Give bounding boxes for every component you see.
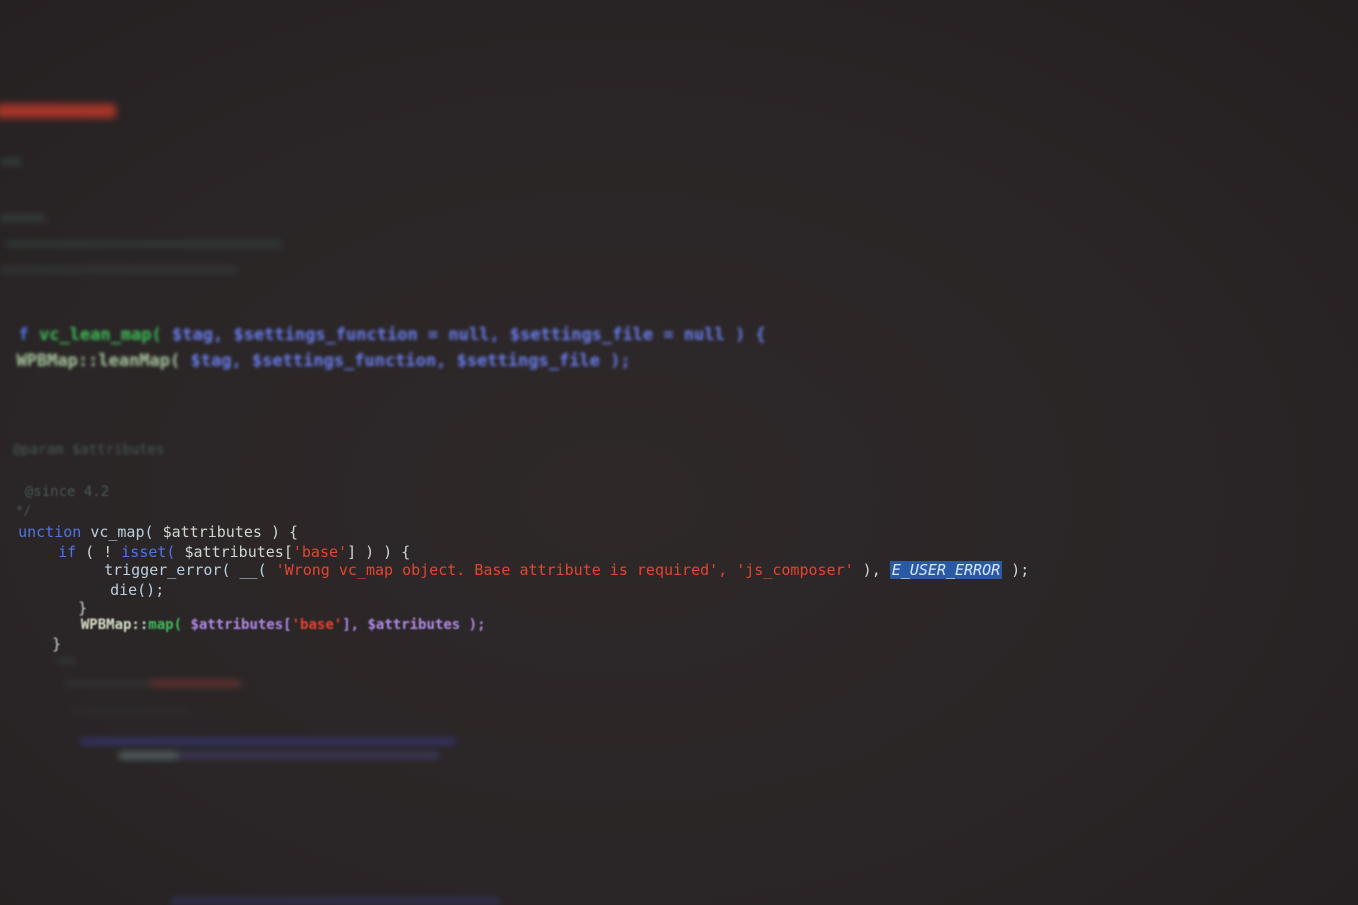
blurred-comment-line: [6, 240, 282, 248]
punctuation: ),: [862, 561, 881, 579]
blurred-comment-line: [0, 214, 46, 222]
call-arguments: $tag, $settings_function, $settings_file…: [190, 351, 631, 371]
blurred-comment-line: [56, 658, 76, 664]
blurred-code-line: [118, 752, 178, 759]
punctuation: );: [1011, 561, 1030, 579]
if-keyword: if: [58, 543, 77, 561]
die-call: die();: [110, 581, 165, 599]
variable: $attributes[: [190, 617, 292, 633]
class-name: WPBMap::: [80, 617, 149, 633]
blurred-red-token: [0, 104, 116, 118]
blurred-code-line: [80, 738, 456, 745]
error-message-string: 'Wrong vc_map object. Base attribute is …: [275, 561, 728, 579]
blurred-comment-line: [0, 158, 22, 166]
text-domain-string: 'js_composer': [736, 561, 854, 579]
code-line-lean-map-call: WPBMap::leanMap( $tag, $settings_functio…: [0, 336, 631, 371]
code-line-die: die();: [92, 568, 164, 598]
string-literal: 'base': [291, 617, 343, 633]
code-line-trigger-error: trigger_error( __( 'Wrong vc_map object.…: [86, 548, 1030, 579]
highlighted-constant[interactable]: E_USER_ERROR: [889, 561, 1003, 579]
code-line-function-end: }: [52, 635, 62, 653]
punctuation: );: [468, 617, 486, 633]
method-call: map(: [148, 617, 183, 633]
variable: ], $attributes: [342, 617, 461, 633]
blurred-red-token: [150, 680, 240, 687]
translate-call: __(: [239, 561, 267, 579]
class-name: WPBMap::leanMap(: [16, 351, 181, 371]
blurred-comment-line: [0, 266, 238, 274]
code-comment-param: @param $attributes: [12, 442, 165, 458]
code-line-wpbmap-map: WPBMap::map( $attributes['base'], $attri…: [64, 604, 486, 632]
blurred-code-line: [170, 897, 500, 905]
blurred-comment-line: [70, 708, 190, 714]
